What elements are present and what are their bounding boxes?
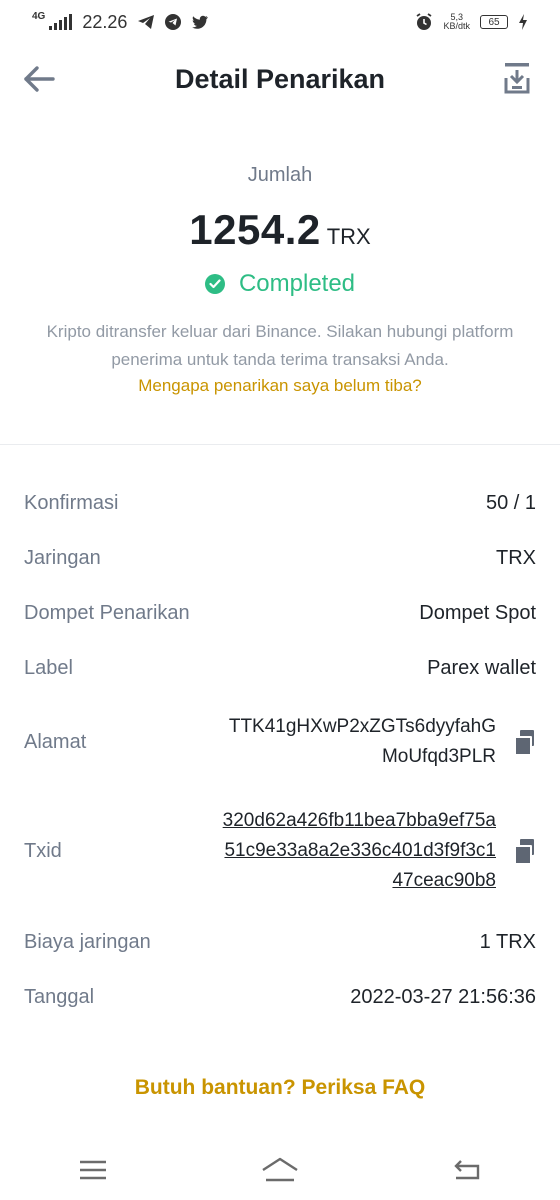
network-speed: 5,3 KB/dtk (443, 13, 470, 31)
speed-unit: KB/dtk (443, 21, 470, 31)
status-right: 5,3 KB/dtk 65 (415, 13, 528, 31)
app-header: Detail Penarikan (0, 52, 560, 108)
network-label: Jaringan (24, 547, 101, 569)
fee-label: Biaya jaringan (24, 931, 151, 953)
row-date: Tanggal 2022-03-27 21:56:36 (24, 986, 536, 1009)
row-network: Jaringan TRX (24, 547, 536, 570)
date-value: 2022-03-27 21:56:36 (350, 986, 536, 1008)
txid-label: Txid (24, 839, 62, 862)
back-nav-icon[interactable] (447, 1150, 487, 1190)
address-label: Alamat (24, 730, 87, 753)
address-value: TTK41gHXwP2xZGTs6dyyfahG MoUfqd3PLR (229, 712, 496, 772)
status-bar: 4G 22.26 5,3 KB/dtk 65 (0, 0, 560, 44)
amount-label: Jumlah (247, 164, 313, 186)
alarm-icon (416, 13, 432, 30)
status-text: Completed (238, 270, 356, 297)
row-address: Alamat TTK41gHXwP2xZGTs6dyyfahG MoUfqd3P… (24, 712, 536, 772)
system-nav-bar (0, 1140, 560, 1200)
signal-icon (49, 14, 73, 30)
address-group: TTK41gHXwP2xZGTs6dyyfahG MoUfqd3PLR (229, 712, 536, 772)
clock-time: 22.26 (82, 11, 128, 32)
status-left: 4G 22.26 (32, 10, 209, 33)
battery-icon: 65 (480, 15, 508, 29)
wallet-label: Dompet Penarikan (24, 602, 190, 624)
charging-icon (519, 14, 527, 30)
check-circle-icon (204, 274, 225, 294)
row-wallet: Dompet Penarikan Dompet Spot (24, 602, 536, 625)
telegram-circle-icon (165, 14, 182, 30)
faq-link[interactable]: Butuh bantuan? Periksa FAQ (0, 1076, 560, 1100)
menu-icon[interactable] (73, 1150, 113, 1190)
page-title: Detail Penarikan (174, 64, 386, 94)
amount-display: 1254.2 TRX (0, 206, 560, 254)
row-label: Label Parex wallet (24, 657, 536, 680)
amount-unit: TRX (326, 224, 371, 249)
copy-address-icon[interactable] (514, 730, 536, 756)
date-label: Tanggal (24, 986, 95, 1008)
confirmations-value: 50 / 1 (485, 492, 536, 514)
txid-line-2: 51c9e33a8a2e336c401d3f9f3c1 (224, 840, 496, 861)
wallet-value: Dompet Spot (419, 602, 536, 624)
tag-value: Parex wallet (427, 657, 536, 679)
description-text: Kripto ditransfer keluar dari Binance. S… (46, 322, 514, 369)
address-line-2: MoUfqd3PLR (381, 746, 496, 767)
why-not-arrived-link[interactable]: Mengapa penarikan saya belum tiba? (0, 376, 560, 396)
network-type: 4G (32, 10, 46, 22)
status-badge: Completed (0, 270, 560, 298)
txid-link[interactable]: 320d62a426fb11bea7bba9ef75a 51c9e33a8a2e… (223, 806, 496, 896)
copy-txid-icon[interactable] (514, 839, 536, 865)
address-line-1: TTK41gHXwP2xZGTs6dyyfahG (228, 716, 496, 737)
row-txid: Txid 320d62a426fb11bea7bba9ef75a 51c9e33… (24, 806, 536, 896)
txid-line-3: 47ceac90b8 (392, 870, 496, 891)
row-confirmations: Konfirmasi 50 / 1 (24, 492, 536, 515)
txid-line-1: 320d62a426fb11bea7bba9ef75a (222, 810, 496, 831)
section-divider (0, 444, 560, 445)
confirmations-label: Konfirmasi (24, 492, 119, 514)
export-icon[interactable] (504, 62, 530, 94)
tag-label: Label (24, 657, 73, 679)
network-value: TRX (496, 547, 536, 569)
fee-value: 1 TRX (479, 931, 536, 953)
txid-group: 320d62a426fb11bea7bba9ef75a 51c9e33a8a2e… (223, 806, 536, 896)
row-fee: Biaya jaringan 1 TRX (24, 931, 536, 954)
home-icon[interactable] (260, 1150, 300, 1190)
twitter-icon (192, 15, 209, 29)
telegram-icon (138, 15, 155, 29)
amount-value: 1254.2 (189, 206, 321, 253)
